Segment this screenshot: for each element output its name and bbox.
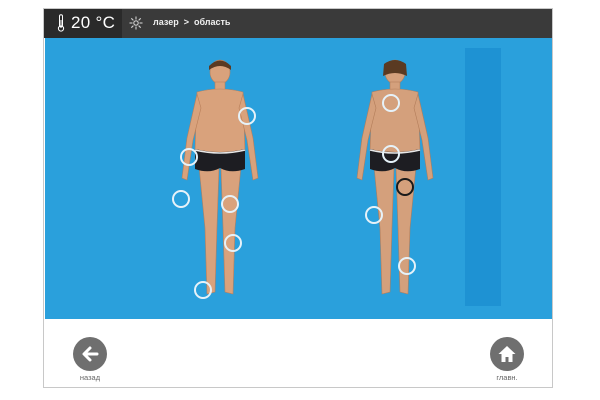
laser-mode-icon [129,16,143,35]
zone-back-thigh[interactable] [365,206,383,224]
breadcrumb-separator: > [183,17,189,27]
breadcrumb-item-laser[interactable]: лазер [153,17,179,27]
home-label: главн. [496,373,518,382]
breadcrumb-item-area: область [193,17,231,27]
side-scroll-strip [465,48,501,306]
temperature-value: 20 °C [71,13,116,32]
zone-front-hand[interactable] [172,190,190,208]
zone-front-shoulder[interactable] [238,107,256,125]
zone-back-calf[interactable] [398,257,416,275]
zone-back-neck[interactable] [382,94,400,112]
temperature-panel: 20 °C [44,9,122,38]
home-button[interactable] [490,337,524,371]
zone-back-lower-back[interactable] [382,145,400,163]
footer-nav: назад главн. [44,319,552,387]
thermometer-icon [57,14,65,37]
zone-front-upper-arm[interactable] [180,148,198,166]
zone-front-foot[interactable] [194,281,212,299]
zone-front-bikini[interactable] [221,195,239,213]
back-label: назад [79,373,101,382]
zone-back-buttocks[interactable] [396,178,414,196]
breadcrumb: лазер > область [153,17,230,27]
body-figure-front [181,59,259,295]
back-button[interactable] [73,337,107,371]
top-bar: 20 °C лазер > область [44,9,552,38]
home-icon [498,346,516,362]
arrow-left-icon [82,346,99,362]
body-figure-back [356,59,434,295]
body-area-selector [45,38,552,319]
device-screen: 20 °C лазер > область назад главн. [43,8,553,388]
zone-front-knee[interactable] [224,234,242,252]
